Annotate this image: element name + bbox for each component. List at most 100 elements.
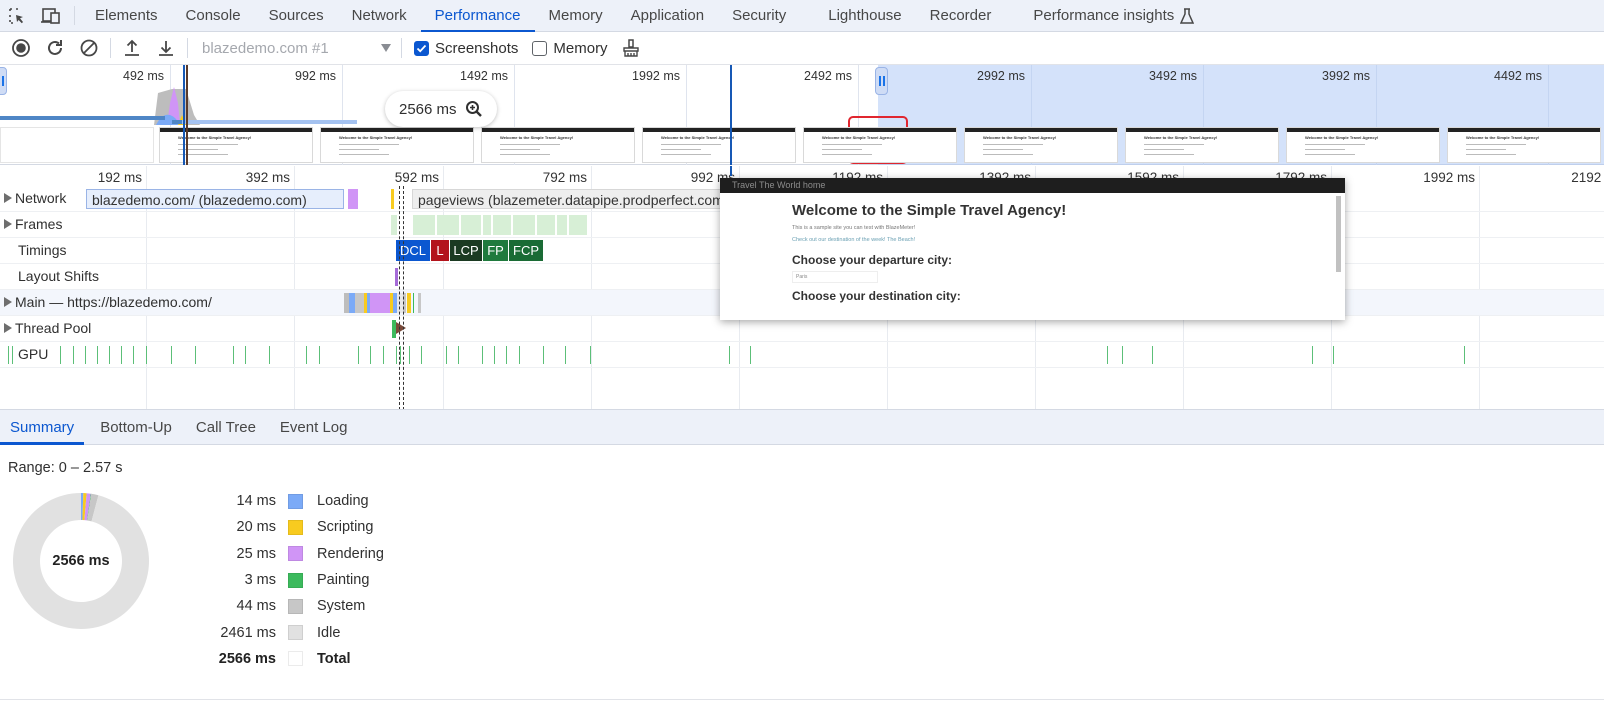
collect-garbage-button[interactable]	[614, 34, 648, 62]
filmstrip-frame[interactable]: Welcome to the Simple Travel Agency!	[320, 127, 474, 163]
filmstrip-frame[interactable]: Welcome to the Simple Travel Agency!	[642, 127, 796, 163]
gpu-task[interactable]	[729, 346, 730, 364]
gpu-task[interactable]	[1107, 346, 1108, 364]
gpu-task[interactable]	[409, 346, 410, 364]
record-button[interactable]	[4, 34, 38, 62]
gpu-task[interactable]	[358, 346, 359, 364]
frame-block[interactable]	[537, 215, 555, 235]
timing-marker-load[interactable]: L	[431, 240, 449, 261]
timing-marker-fcp[interactable]: FCP	[509, 240, 543, 261]
gpu-task[interactable]	[494, 346, 495, 364]
filmstrip-frame[interactable]	[0, 127, 154, 163]
frame-block[interactable]	[461, 215, 481, 235]
filmstrip-frame[interactable]: Welcome to the Simple Travel Agency!	[964, 127, 1118, 163]
timing-marker-dcl[interactable]: DCL	[396, 240, 430, 261]
inspect-element-icon[interactable]	[0, 0, 34, 31]
expand-triangle-icon[interactable]	[4, 193, 12, 203]
gpu-task[interactable]	[233, 346, 234, 364]
gpu-task[interactable]	[1152, 346, 1153, 364]
frame-block[interactable]	[391, 215, 397, 235]
frame-block[interactable]	[437, 215, 459, 235]
tab-event-log[interactable]: Event Log	[270, 410, 358, 444]
tab-performance-insights[interactable]: Performance insights	[1019, 0, 1208, 31]
save-profile-button[interactable]	[149, 34, 183, 62]
filmstrip-frame[interactable]: Welcome to the Simple Travel Agency!	[1125, 127, 1279, 163]
tab-recorder[interactable]: Recorder	[916, 0, 1006, 31]
expand-triangle-icon[interactable]	[4, 323, 12, 333]
gpu-task[interactable]	[85, 346, 86, 364]
gpu-task[interactable]	[383, 346, 384, 364]
gpu-task[interactable]	[60, 346, 61, 364]
clear-button[interactable]	[72, 34, 106, 62]
gpu-task[interactable]	[171, 346, 172, 364]
track-gpu[interactable]: GPU	[0, 342, 1604, 368]
gpu-task[interactable]	[421, 346, 422, 364]
gpu-task[interactable]	[133, 346, 134, 364]
expand-triangle-icon[interactable]	[4, 219, 12, 229]
gpu-task[interactable]	[146, 346, 147, 364]
gpu-task[interactable]	[543, 346, 544, 364]
timing-marker-fp[interactable]: FP	[483, 240, 508, 261]
overview-left-handle[interactable]	[0, 67, 7, 95]
frame-block[interactable]	[493, 215, 511, 235]
overview-right-handle[interactable]	[875, 67, 888, 95]
gpu-task[interactable]	[245, 346, 246, 364]
tab-application[interactable]: Application	[617, 0, 718, 31]
reload-record-button[interactable]	[38, 34, 72, 62]
selection-range-button[interactable]: 2566 ms	[385, 91, 497, 127]
frame-block[interactable]	[413, 215, 435, 235]
tab-security[interactable]: Security	[718, 0, 800, 31]
gpu-task[interactable]	[109, 346, 110, 364]
gpu-task[interactable]	[446, 346, 447, 364]
network-request-bar[interactable]	[391, 189, 394, 209]
gpu-task[interactable]	[73, 346, 74, 364]
gpu-task[interactable]	[565, 346, 566, 364]
load-profile-button[interactable]	[115, 34, 149, 62]
frame-block[interactable]	[513, 215, 535, 235]
tab-bottom-up[interactable]: Bottom-Up	[90, 410, 182, 444]
gpu-task[interactable]	[306, 346, 307, 364]
device-toolbar-icon[interactable]	[34, 0, 68, 31]
filmstrip-frame[interactable]: Welcome to the Simple Travel Agency!	[1286, 127, 1440, 163]
network-request-bar[interactable]	[348, 189, 358, 209]
tab-memory[interactable]: Memory	[535, 0, 617, 31]
filmstrip-frame[interactable]: Welcome to the Simple Travel Agency!	[803, 127, 957, 163]
main-thread-task[interactable]	[407, 293, 411, 313]
frame-block[interactable]	[483, 215, 491, 235]
gpu-task[interactable]	[269, 346, 270, 364]
filmstrip-frame[interactable]: Welcome to the Simple Travel Agency!	[1447, 127, 1601, 163]
tab-sources[interactable]: Sources	[255, 0, 338, 31]
track-header[interactable]: Thread Pool	[4, 320, 91, 336]
tab-network[interactable]: Network	[338, 0, 421, 31]
track-header[interactable]: Network	[4, 190, 66, 206]
main-thread-task[interactable]	[413, 293, 414, 313]
tab-lighthouse[interactable]: Lighthouse	[814, 0, 915, 31]
gpu-task[interactable]	[400, 346, 401, 364]
gpu-task[interactable]	[195, 346, 196, 364]
gpu-task[interactable]	[1464, 346, 1465, 364]
gpu-task[interactable]	[1312, 346, 1313, 364]
timing-marker-lcp[interactable]: LCP	[450, 240, 482, 261]
gpu-task[interactable]	[319, 346, 320, 364]
gpu-task[interactable]	[1333, 346, 1334, 364]
tab-summary[interactable]: Summary	[0, 410, 85, 445]
gpu-task[interactable]	[370, 346, 371, 364]
gpu-task[interactable]	[97, 346, 98, 364]
filmstrip-frame[interactable]: Welcome to the Simple Travel Agency!	[481, 127, 635, 163]
frame-block[interactable]	[557, 215, 567, 235]
main-thread-task[interactable]	[370, 293, 390, 313]
gpu-task[interactable]	[590, 346, 591, 364]
gpu-task[interactable]	[750, 346, 751, 364]
gpu-task[interactable]	[396, 346, 397, 364]
tab-performance[interactable]: Performance	[420, 0, 535, 32]
tab-call-tree[interactable]: Call Tree	[186, 410, 266, 444]
gpu-task[interactable]	[121, 346, 122, 364]
main-thread-task[interactable]	[355, 293, 364, 313]
network-request-bar[interactable]: pageviews (blazemeter.datapipe.prodperfe…	[412, 189, 732, 209]
gpu-task[interactable]	[519, 346, 520, 364]
memory-checkbox[interactable]: Memory	[532, 40, 608, 57]
profile-select[interactable]: blazedemo.com #1	[192, 35, 397, 61]
gpu-task[interactable]	[506, 346, 507, 364]
expand-triangle-icon[interactable]	[4, 297, 12, 307]
screenshots-checkbox[interactable]: Screenshots	[414, 40, 518, 57]
